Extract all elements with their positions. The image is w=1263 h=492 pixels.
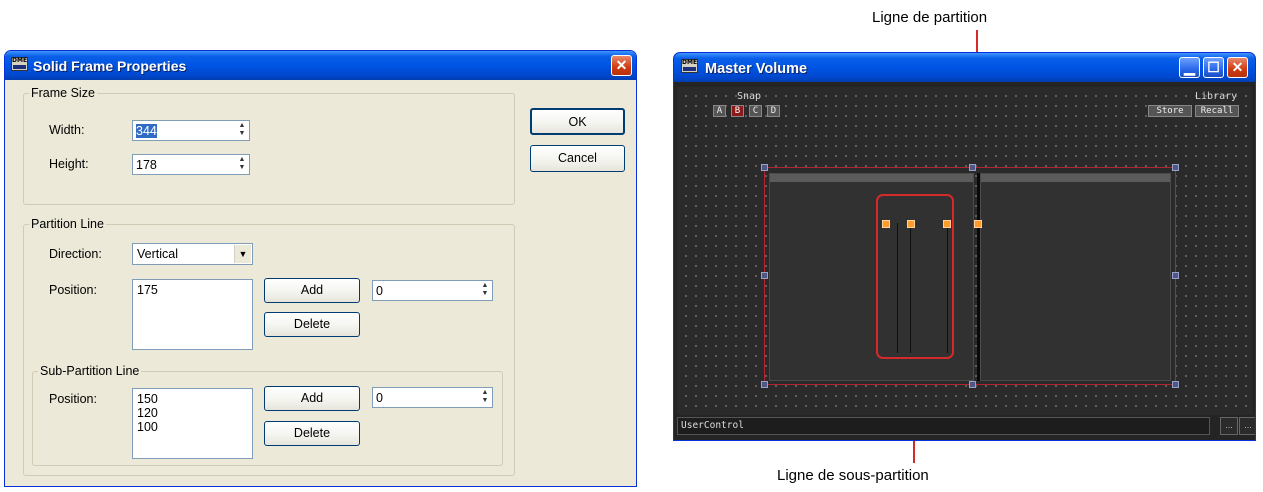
status-button[interactable]: ... — [1239, 417, 1255, 435]
resize-handle[interactable] — [1172, 164, 1179, 171]
partition-position-label: Position: — [49, 283, 97, 297]
sub-partition-value: 0 — [376, 391, 383, 405]
frame-right-panel — [980, 173, 1171, 381]
resize-handle[interactable] — [761, 272, 768, 279]
sub-partition-add-button[interactable]: Add — [264, 386, 360, 411]
snap-button-d[interactable]: D — [767, 105, 780, 117]
close-button[interactable]: ✕ — [611, 55, 632, 76]
sub-partition-delete-button[interactable]: Delete — [264, 421, 360, 446]
partition-add-button[interactable]: Add — [264, 278, 360, 303]
sub-partition-value-spinbox[interactable]: 0 ▲ ▼ — [372, 387, 493, 408]
library-recall-button[interactable]: Recall — [1195, 105, 1239, 117]
sub-partition-position-list[interactable]: 150 120 100 — [132, 388, 253, 459]
snap-button-c[interactable]: C — [749, 105, 762, 117]
sub-partition-position-label: Position: — [49, 392, 97, 406]
partition-handle[interactable] — [974, 220, 982, 228]
resize-handle[interactable] — [761, 164, 768, 171]
list-item[interactable]: 150 — [137, 392, 248, 406]
resize-handle[interactable] — [969, 164, 976, 171]
height-spinbox[interactable]: 178 ▲ ▼ — [132, 154, 250, 175]
resize-handle[interactable] — [969, 381, 976, 388]
direction-label: Direction: — [49, 247, 102, 261]
snap-button-b[interactable]: B — [731, 105, 744, 117]
dialog-title: Solid Frame Properties — [33, 58, 187, 74]
frame-size-group — [23, 93, 515, 205]
screenshot-stage: DME Solid Frame Properties ✕ Frame Size … — [0, 0, 1263, 492]
list-item[interactable]: 120 — [137, 406, 248, 420]
status-bar: UserControl — [677, 417, 1210, 435]
close-button[interactable]: ✕ — [1227, 57, 1248, 78]
list-item[interactable]: 175 — [137, 283, 248, 297]
maximize-button[interactable]: ☐ — [1203, 57, 1224, 78]
resize-handle[interactable] — [761, 381, 768, 388]
partition-line[interactable] — [977, 173, 980, 381]
partition-value: 0 — [376, 284, 383, 298]
list-item[interactable]: 100 — [137, 420, 248, 434]
partition-value-spinbox[interactable]: 0 ▲ ▼ — [372, 280, 493, 301]
library-store-button[interactable]: Store — [1148, 105, 1192, 117]
height-label: Height: — [49, 157, 89, 171]
sub-partition-line-group-label: Sub-Partition Line — [38, 364, 142, 378]
width-value: 344 — [136, 124, 157, 138]
direction-dropdown[interactable]: Vertical ▼ — [132, 243, 253, 265]
sub-partition-highlight — [876, 194, 954, 359]
partition-delete-button[interactable]: Delete — [264, 312, 360, 337]
cancel-button[interactable]: Cancel — [530, 145, 625, 172]
snap-button-a[interactable]: A — [713, 105, 726, 117]
master-volume-title: Master Volume — [705, 61, 808, 77]
spin-arrows-icon[interactable]: ▲ ▼ — [479, 389, 491, 406]
direction-value: Vertical — [137, 247, 178, 261]
spin-arrows-icon[interactable]: ▲ ▼ — [236, 122, 248, 139]
height-value: 178 — [136, 158, 157, 172]
dme-app-icon: DME — [681, 59, 698, 73]
sub-partition-line-callout: Ligne de sous-partition — [777, 467, 929, 484]
master-volume-titlebar: DME Master Volume ▁ ☐ ✕ — [674, 53, 1255, 82]
user-control-canvas[interactable]: Snap A B C D Library Store Recall — [677, 87, 1252, 415]
minimize-button[interactable]: ▁ — [1179, 57, 1200, 78]
snap-label: Snap — [737, 91, 762, 102]
partition-line-callout: Ligne de partition — [872, 9, 988, 26]
resize-handle[interactable] — [1172, 381, 1179, 388]
library-label: Library — [1195, 91, 1238, 102]
partition-position-list[interactable]: 175 — [132, 279, 253, 350]
spin-arrows-icon[interactable]: ▲ ▼ — [236, 156, 248, 173]
dme-app-icon: DME — [11, 57, 28, 71]
spin-arrows-icon[interactable]: ▲ ▼ — [479, 282, 491, 299]
resize-handle[interactable] — [1172, 272, 1179, 279]
master-volume-window: DME Master Volume ▁ ☐ ✕ Snap A B C D Lib… — [673, 52, 1256, 441]
width-spinbox[interactable]: 344 ▲ ▼ — [132, 120, 250, 141]
status-button[interactable]: ... — [1220, 417, 1238, 435]
solid-frame-properties-dialog: DME Solid Frame Properties ✕ Frame Size … — [4, 50, 637, 487]
frame-size-group-label: Frame Size — [29, 86, 97, 100]
ok-button[interactable]: OK — [530, 108, 625, 135]
partition-line-group-label: Partition Line — [29, 217, 106, 231]
width-label: Width: — [49, 123, 85, 137]
dialog-titlebar: DME Solid Frame Properties ✕ — [5, 51, 636, 80]
chevron-down-icon[interactable]: ▼ — [234, 245, 251, 263]
